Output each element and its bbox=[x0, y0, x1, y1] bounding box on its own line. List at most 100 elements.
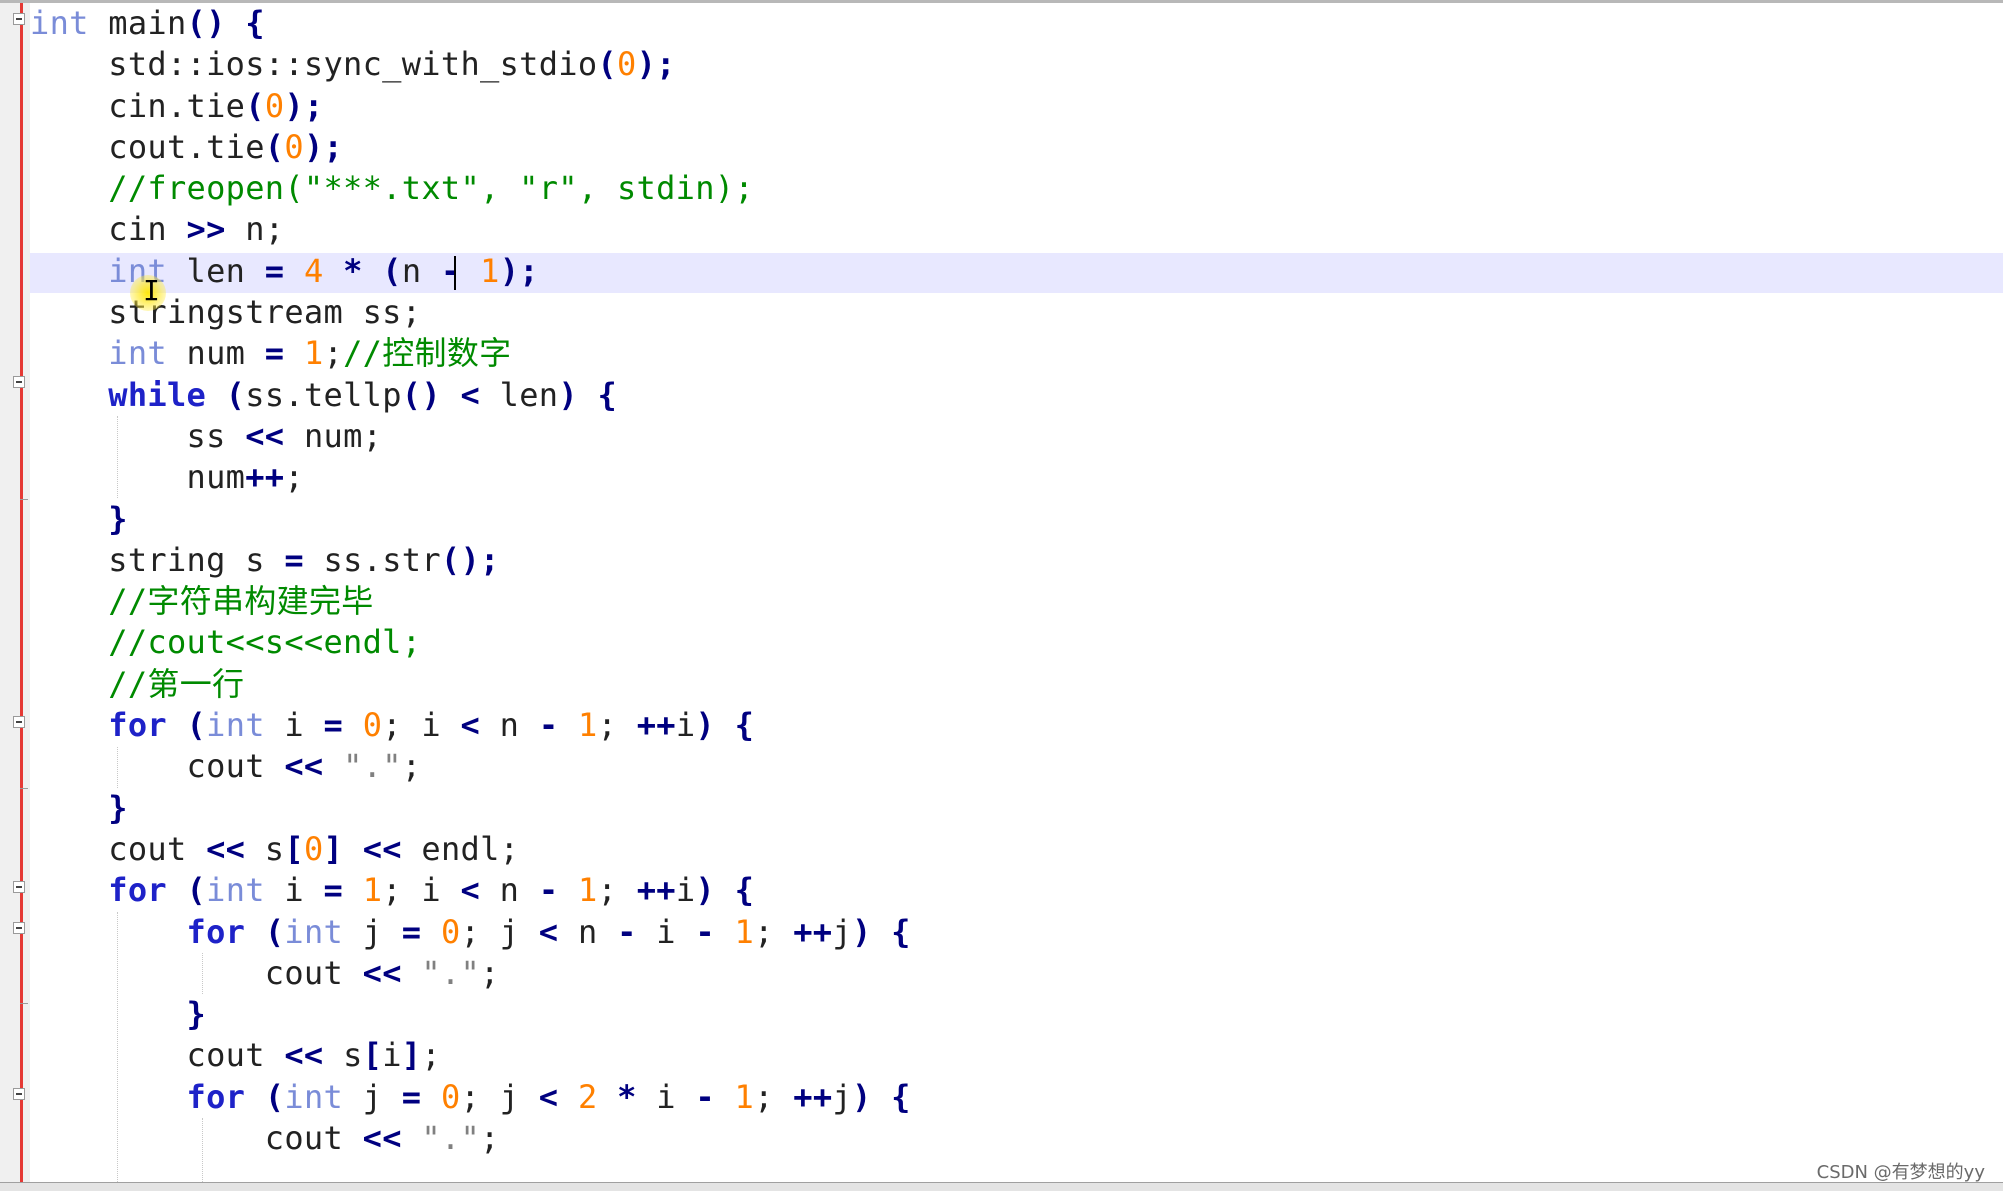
editor-bottom-bar bbox=[0, 1182, 2003, 1191]
code-line[interactable]: string s = ss.str(); bbox=[30, 540, 2003, 581]
code-line[interactable]: cout << "."; bbox=[30, 1118, 2003, 1159]
code-token: ( bbox=[382, 251, 402, 290]
code-line[interactable]: } bbox=[30, 788, 2003, 829]
code-token: { bbox=[891, 912, 911, 951]
code-line[interactable]: } bbox=[30, 994, 2003, 1035]
code-line[interactable]: int main() { bbox=[30, 3, 2003, 44]
code-editor[interactable]: int main() { std::ios::sync_with_stdio(0… bbox=[0, 0, 2003, 1182]
code-token: j bbox=[343, 912, 402, 951]
code-token: int bbox=[284, 912, 344, 951]
code-token: 0 bbox=[284, 127, 304, 166]
code-line[interactable]: } bbox=[30, 499, 2003, 540]
code-token: num bbox=[30, 458, 246, 497]
code-token: = bbox=[264, 334, 285, 373]
code-token: n; bbox=[225, 210, 285, 249]
code-token: ; bbox=[401, 747, 422, 786]
code-token: 1 bbox=[362, 871, 383, 910]
code-token: { bbox=[891, 1077, 911, 1116]
code-token: string s bbox=[30, 540, 285, 579]
code-token: < bbox=[538, 1077, 559, 1116]
code-line[interactable]: cout << s[i]; bbox=[30, 1035, 2003, 1076]
code-token: { bbox=[245, 4, 265, 42]
code-token: cin bbox=[30, 210, 187, 249]
code-token: >> bbox=[186, 210, 226, 249]
code-line[interactable]: for (int j = 0; j < n - i - 1; ++j) { bbox=[30, 912, 2003, 953]
fold-minus-icon[interactable] bbox=[13, 1088, 25, 1100]
fold-minus-icon[interactable] bbox=[13, 13, 25, 25]
code-line[interactable]: for (int j = 0; j < 2 * i - 1; ++j) { bbox=[30, 1077, 2003, 1118]
code-token: ; bbox=[480, 1119, 500, 1158]
code-line[interactable]: std::ios::sync_with_stdio(0); bbox=[30, 44, 2003, 85]
code-token: ( bbox=[264, 912, 285, 951]
code-token: ) bbox=[851, 912, 872, 951]
code-token: << bbox=[284, 1036, 324, 1075]
fold-minus-icon[interactable] bbox=[13, 922, 25, 934]
fold-minus-icon[interactable] bbox=[13, 881, 25, 893]
code-line[interactable]: int num = 1;//控制数字 bbox=[30, 333, 2003, 374]
code-token: << bbox=[284, 747, 324, 786]
code-token: "." bbox=[421, 953, 481, 992]
code-line[interactable]: //cout<<s<<endl; bbox=[30, 622, 2003, 663]
code-token: - bbox=[538, 706, 559, 745]
fold-margin[interactable] bbox=[0, 3, 30, 1182]
code-line[interactable]: cout << s[0] << endl; bbox=[30, 829, 2003, 870]
code-line[interactable]: int len = 4 * (n - 1); bbox=[30, 251, 2003, 292]
code-token: int bbox=[284, 1077, 344, 1116]
code-token: ; i bbox=[382, 706, 461, 745]
code-line[interactable]: cout << "."; bbox=[30, 953, 2003, 994]
code-token: ; i bbox=[382, 871, 461, 910]
code-line[interactable]: //字符串构建完毕 bbox=[30, 581, 2003, 622]
code-token: ++ bbox=[636, 871, 676, 910]
code-line[interactable]: cout.tie(0); bbox=[30, 127, 2003, 168]
code-token: main bbox=[88, 4, 187, 42]
code-token: int bbox=[206, 871, 265, 910]
code-token: 0 bbox=[616, 45, 637, 84]
code-line[interactable]: ss << num; bbox=[30, 416, 2003, 457]
code-line[interactable]: num++; bbox=[30, 457, 2003, 498]
code-token: [ bbox=[362, 1036, 383, 1075]
fold-minus-icon[interactable] bbox=[13, 716, 25, 728]
code-line[interactable]: cin >> n; bbox=[30, 209, 2003, 250]
code-token: cout bbox=[30, 747, 285, 786]
code-token: - bbox=[440, 251, 461, 290]
code-token: //控制数字 bbox=[343, 334, 512, 373]
code-token: = bbox=[323, 706, 344, 745]
code-line[interactable]: //freopen("***.txt", "r", stdin); bbox=[30, 168, 2003, 209]
code-token: ( bbox=[264, 1077, 285, 1116]
code-line[interactable]: for (int i = 0; i < n - 1; ++i) { bbox=[30, 705, 2003, 746]
code-token: ; bbox=[597, 706, 637, 745]
code-lines[interactable]: int main() { std::ios::sync_with_stdio(0… bbox=[30, 3, 2003, 1159]
code-line[interactable]: cin.tie(0); bbox=[30, 86, 2003, 127]
code-token: ] bbox=[323, 829, 344, 868]
code-line[interactable]: cout << "."; bbox=[30, 746, 2003, 787]
code-token: ) bbox=[695, 706, 715, 745]
code-token: << bbox=[362, 953, 402, 992]
code-line[interactable]: //第一行 bbox=[30, 664, 2003, 705]
fold-end-marker bbox=[20, 1003, 28, 1004]
code-token: i bbox=[675, 871, 696, 910]
code-token: while bbox=[108, 375, 207, 414]
code-token: = bbox=[323, 871, 344, 910]
code-line[interactable]: for (int i = 1; i < n - 1; ++i) { bbox=[30, 870, 2003, 911]
code-token: ) bbox=[695, 871, 715, 910]
code-token: s bbox=[245, 829, 285, 868]
code-token: } bbox=[108, 788, 128, 827]
code-line[interactable]: stringstream ss; bbox=[30, 292, 2003, 333]
code-token: - bbox=[695, 912, 715, 951]
code-token: ( bbox=[245, 86, 265, 125]
code-line[interactable]: while (ss.tellp() < len) { bbox=[30, 375, 2003, 416]
fold-minus-icon[interactable] bbox=[13, 376, 25, 388]
code-token: 1 bbox=[577, 706, 598, 745]
